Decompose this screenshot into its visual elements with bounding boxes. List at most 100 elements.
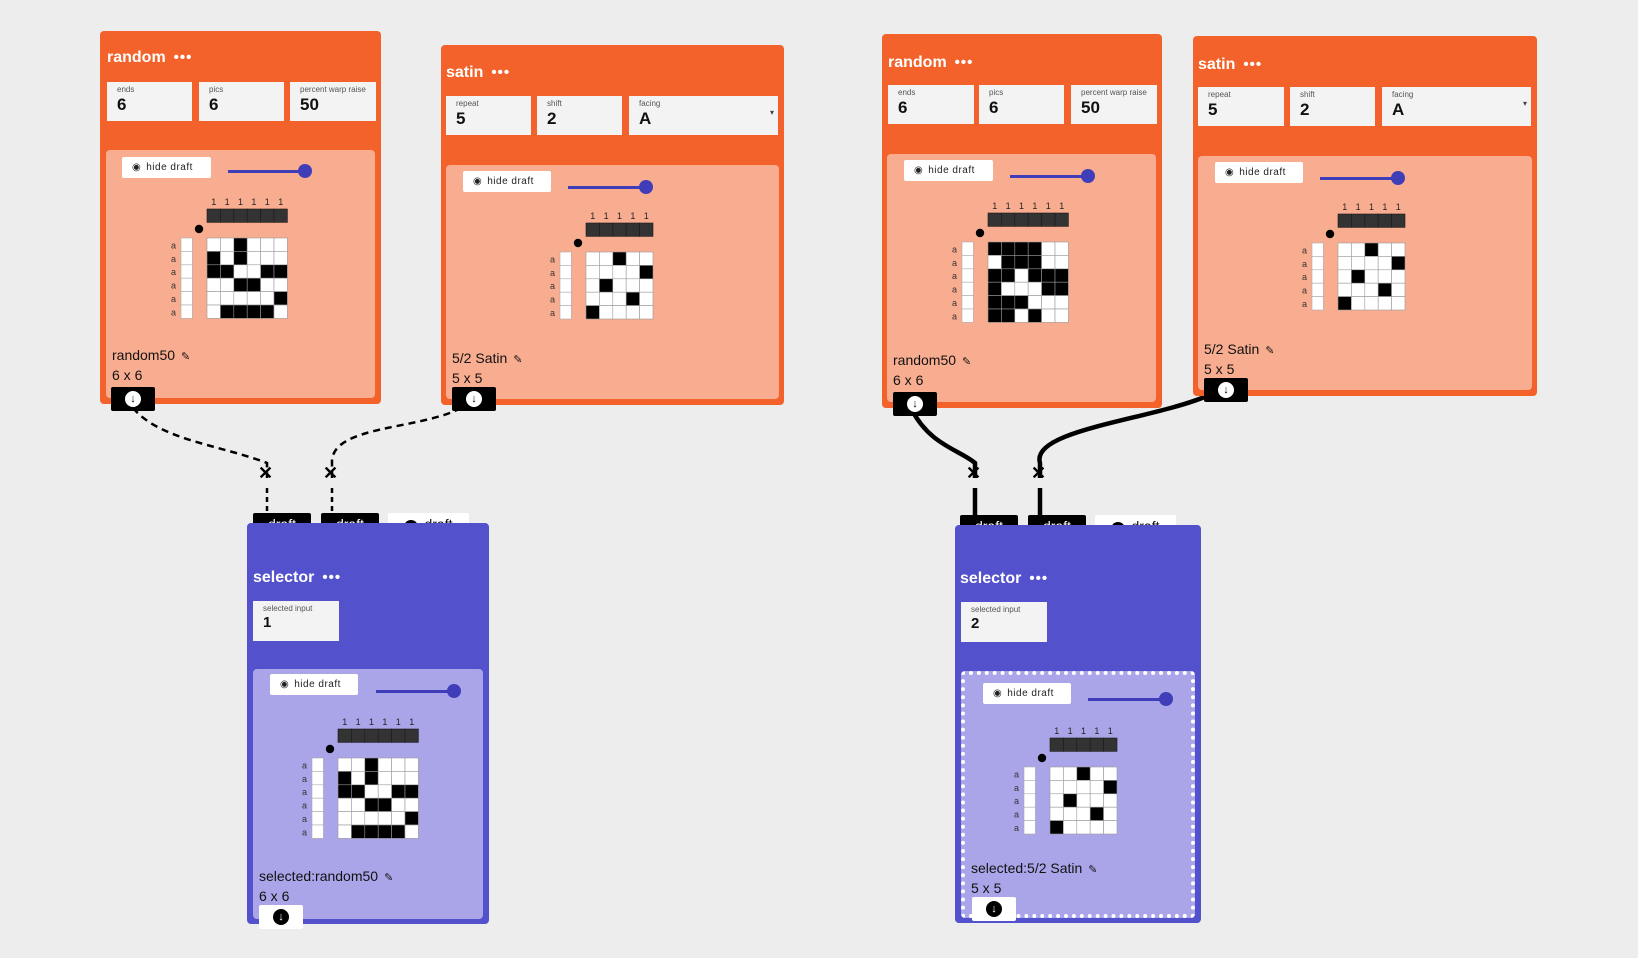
warp-cell[interactable] xyxy=(1364,213,1379,228)
dropdown-icon[interactable]: ▾ xyxy=(1523,99,1527,108)
draft-cell[interactable] xyxy=(1054,281,1069,296)
facing-select[interactable]: facing A ▾ xyxy=(1382,87,1531,126)
draft-grid[interactable]: 1 1 1 1 1 1aaaaaa xyxy=(298,716,428,856)
edit-icon[interactable]: ✎ xyxy=(181,351,190,363)
shift-field[interactable]: shift 2 xyxy=(1290,87,1375,126)
draft-cell[interactable] xyxy=(206,277,221,292)
draft-cell[interactable] xyxy=(1351,256,1366,271)
weft-cell[interactable] xyxy=(961,295,974,310)
draft-cell[interactable] xyxy=(391,784,406,799)
draft-cell[interactable] xyxy=(273,264,288,279)
download-button[interactable]: ↓ xyxy=(893,392,937,416)
slider-handle[interactable] xyxy=(298,164,312,178)
draft-cell[interactable] xyxy=(1076,793,1091,808)
weft-cell[interactable] xyxy=(559,305,572,320)
draft-cell[interactable] xyxy=(987,255,1002,270)
draft-cell[interactable] xyxy=(1076,820,1091,835)
draft-cell[interactable] xyxy=(1049,806,1064,821)
edit-icon[interactable]: ✎ xyxy=(962,356,971,368)
draft-cell[interactable] xyxy=(351,757,366,772)
draft-cell[interactable] xyxy=(1337,296,1352,311)
weft-cell[interactable] xyxy=(1311,256,1324,271)
draft-cell[interactable] xyxy=(1014,241,1029,256)
draft-cell[interactable] xyxy=(206,251,221,266)
draft-cell[interactable] xyxy=(1041,255,1056,270)
draft-cell[interactable] xyxy=(1049,793,1064,808)
weft-cell[interactable] xyxy=(559,251,572,266)
draft-cell[interactable] xyxy=(404,771,419,786)
draft-cell[interactable] xyxy=(1351,242,1366,257)
draft-cell[interactable] xyxy=(377,771,392,786)
weft-cell[interactable] xyxy=(311,824,324,839)
warp-cell[interactable] xyxy=(1377,213,1392,228)
draft-cell[interactable] xyxy=(599,265,614,280)
draft-cell[interactable] xyxy=(987,308,1002,323)
draft-cell[interactable] xyxy=(233,264,248,279)
draft-cell[interactable] xyxy=(1014,295,1029,310)
draft-cell[interactable] xyxy=(625,291,640,306)
selector-operation[interactable]: selector ••• selected input 2 ◉ hide draft … xyxy=(955,525,1201,923)
draft-cell[interactable] xyxy=(220,251,235,266)
hide-draft-button[interactable]: ◉ hide draft xyxy=(270,674,358,695)
draft-cell[interactable] xyxy=(987,281,1002,296)
draft-cell[interactable] xyxy=(260,291,275,306)
draft-cell[interactable] xyxy=(625,305,640,320)
draft-cell[interactable] xyxy=(351,811,366,826)
draft-cell[interactable] xyxy=(585,251,600,266)
operation-title[interactable]: selector ••• xyxy=(253,569,341,587)
draft-cell[interactable] xyxy=(404,784,419,799)
draft-cell[interactable] xyxy=(391,771,406,786)
draft-cell[interactable] xyxy=(599,278,614,293)
weft-cell[interactable] xyxy=(180,264,193,279)
draft-cell[interactable] xyxy=(260,277,275,292)
draft-cell[interactable] xyxy=(404,797,419,812)
more-icon[interactable]: ••• xyxy=(1029,570,1048,587)
draft-cell[interactable] xyxy=(1041,281,1056,296)
draft-cell[interactable] xyxy=(246,291,261,306)
ends-field[interactable]: ends 6 xyxy=(107,82,192,121)
remove-connection-icon[interactable]: ✕ xyxy=(1031,463,1046,484)
draft-cell[interactable] xyxy=(404,824,419,839)
draft-cell[interactable] xyxy=(391,757,406,772)
draft-cell[interactable] xyxy=(1014,268,1029,283)
draft-cell[interactable] xyxy=(1364,256,1379,271)
draft-cell[interactable] xyxy=(364,784,379,799)
draft-cell[interactable] xyxy=(1063,806,1078,821)
draft-cell[interactable] xyxy=(337,824,352,839)
shift-field[interactable]: shift 2 xyxy=(537,96,622,135)
draft-cell[interactable] xyxy=(1391,269,1406,284)
slider-handle[interactable] xyxy=(1081,169,1095,183)
draft-cell[interactable] xyxy=(1041,241,1056,256)
warp-cell[interactable] xyxy=(377,728,392,743)
draft-cell[interactable] xyxy=(1076,780,1091,795)
draft-cell[interactable] xyxy=(1377,296,1392,311)
draft-cell[interactable] xyxy=(337,771,352,786)
hide-draft-button[interactable]: ◉ hide draft xyxy=(904,160,993,181)
draft-cell[interactable] xyxy=(1391,282,1406,297)
draft-cell[interactable] xyxy=(233,304,248,319)
draft-cell[interactable] xyxy=(1377,282,1392,297)
weft-cell[interactable] xyxy=(961,281,974,296)
weft-cell[interactable] xyxy=(311,797,324,812)
draft-cell[interactable] xyxy=(625,278,640,293)
more-icon[interactable]: ••• xyxy=(322,569,341,586)
download-button[interactable]: ↓ xyxy=(1204,378,1248,402)
warp-cell[interactable] xyxy=(391,728,406,743)
draft-cell[interactable] xyxy=(364,797,379,812)
percent-warp-raise-field[interactable]: percent warp raise 50 xyxy=(1071,85,1157,124)
draft-cell[interactable] xyxy=(585,278,600,293)
draft-cell[interactable] xyxy=(1351,282,1366,297)
slider-handle[interactable] xyxy=(639,180,653,194)
draft-cell[interactable] xyxy=(351,797,366,812)
draft-cell[interactable] xyxy=(1001,268,1016,283)
weft-cell[interactable] xyxy=(1023,806,1036,821)
draft-cell[interactable] xyxy=(612,278,627,293)
operation-title[interactable]: satin ••• xyxy=(446,64,510,82)
hide-draft-button[interactable]: ◉ hide draft xyxy=(1215,162,1303,183)
weft-cell[interactable] xyxy=(559,265,572,280)
draft-cell[interactable] xyxy=(1041,308,1056,323)
remove-connection-icon[interactable]: ✕ xyxy=(323,463,338,484)
draft-cell[interactable] xyxy=(351,784,366,799)
weft-cell[interactable] xyxy=(1311,296,1324,311)
weft-cell[interactable] xyxy=(311,757,324,772)
